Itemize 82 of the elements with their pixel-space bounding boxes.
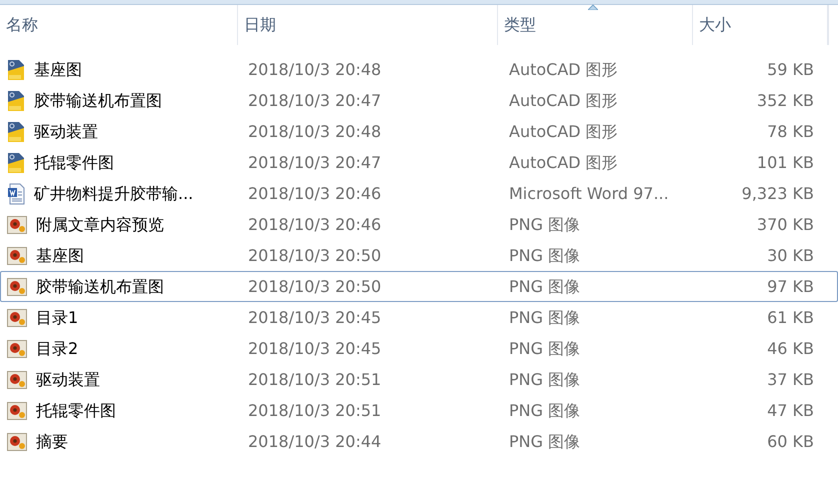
file-row[interactable]: 驱动装置 2018/10/3 20:48 AutoCAD 图形 78 KB: [0, 116, 838, 147]
size-cell: 47 KB: [767, 400, 814, 420]
type-cell: PNG 图像: [509, 400, 580, 420]
size-cell: 370 KB: [756, 214, 814, 234]
file-row[interactable]: 矿井物料提升胶带输... 2018/10/3 20:46 Microsoft Word 97... 9,323 KB: [0, 178, 838, 209]
type-cell: PNG 图像: [509, 276, 580, 296]
type-cell: PNG 图像: [509, 370, 580, 388]
file-row[interactable]: 目录1 2018/10/3 20:45 PNG 图像 61 KB: [0, 302, 838, 333]
type-cell: PNG 图像: [509, 214, 580, 234]
column-header[interactable]: 名称: [0, 5, 238, 45]
type-cell: AutoCAD 图形: [509, 122, 618, 140]
file-row[interactable]: 驱动装置 2018/10/3 20:51 PNG 图像 37 KB: [0, 364, 838, 395]
image-file-icon: [7, 246, 27, 264]
drawing-file-icon: [7, 152, 25, 174]
file-name: 托辊零件图: [36, 400, 116, 422]
date-cell: 2018/10/3 20:46: [248, 184, 382, 202]
file-name: 驱动装置: [34, 120, 98, 142]
type-cell: AutoCAD 图形: [509, 90, 618, 110]
date-cell: 2018/10/3 20:51: [248, 370, 382, 388]
file-name: 矿井物料提升胶带输...: [34, 182, 194, 204]
file-name: 基座图: [34, 58, 82, 80]
size-cell: 352 KB: [756, 90, 814, 110]
image-file-icon: [7, 432, 27, 450]
date-cell: 2018/10/3 20:44: [248, 432, 382, 450]
file-name: 基座图: [36, 244, 84, 266]
date-cell: 2018/10/3 20:47: [248, 90, 382, 110]
type-cell: AutoCAD 图形: [509, 60, 618, 78]
date-cell: 2018/10/3 20:45: [248, 338, 382, 358]
file-row[interactable]: 目录2 2018/10/3 20:45 PNG 图像 46 KB: [0, 333, 838, 364]
file-name: 托辊零件图: [34, 152, 114, 174]
size-cell: 60 KB: [767, 432, 814, 450]
drawing-file-icon: [7, 58, 25, 80]
image-file-icon: [7, 402, 27, 420]
type-cell: Microsoft Word 97...: [509, 184, 669, 202]
drawing-file-icon: [7, 120, 25, 142]
file-row[interactable]: 摘要 2018/10/3 20:44 PNG 图像 60 KB: [0, 426, 838, 457]
file-name: 摘要: [36, 430, 68, 452]
file-row[interactable]: 托辊零件图 2018/10/3 20:51 PNG 图像 47 KB: [0, 395, 838, 426]
size-cell: 9,323 KB: [742, 184, 814, 202]
file-name: 目录1: [36, 306, 78, 328]
file-row[interactable]: 基座图 2018/10/3 20:48 AutoCAD 图形 59 KB: [0, 54, 838, 85]
image-file-icon: [7, 308, 27, 326]
date-cell: 2018/10/3 20:51: [248, 400, 382, 420]
type-cell: PNG 图像: [509, 308, 580, 326]
type-cell: PNG 图像: [509, 338, 580, 358]
file-name: 胶带输送机布置图: [34, 90, 162, 112]
file-name: 附属文章内容预览: [36, 214, 164, 236]
size-cell: 37 KB: [767, 370, 814, 388]
size-cell: 78 KB: [767, 122, 814, 140]
date-cell: 2018/10/3 20:48: [248, 122, 382, 140]
size-cell: 59 KB: [767, 60, 814, 78]
image-file-icon: [7, 370, 27, 388]
file-row[interactable]: 胶带输送机布置图 2018/10/3 20:47 AutoCAD 图形 352 KB: [0, 85, 838, 116]
file-row[interactable]: 胶带输送机布置图 2018/10/3 20:50 PNG 图像 97 KB: [0, 271, 838, 302]
column-header[interactable]: 大小: [693, 5, 828, 45]
file-name: 目录2: [36, 338, 78, 360]
date-cell: 2018/10/3 20:48: [248, 60, 382, 78]
type-cell: PNG 图像: [509, 432, 580, 450]
size-cell: 97 KB: [767, 276, 814, 296]
date-cell: 2018/10/3 20:45: [248, 308, 382, 326]
date-cell: 2018/10/3 20:46: [248, 214, 382, 234]
size-cell: 46 KB: [767, 338, 814, 358]
type-cell: PNG 图像: [509, 246, 580, 264]
column-header[interactable]: 日期: [238, 5, 498, 45]
image-file-icon: [7, 216, 27, 234]
image-file-icon: [7, 340, 27, 358]
date-cell: 2018/10/3 20:47: [248, 152, 382, 172]
file-row[interactable]: 托辊零件图 2018/10/3 20:47 AutoCAD 图形 101 KB: [0, 147, 838, 178]
size-cell: 30 KB: [767, 246, 814, 264]
type-cell: AutoCAD 图形: [509, 152, 618, 172]
column-header[interactable]: 类型: [498, 5, 693, 45]
file-row[interactable]: 附属文章内容预览 2018/10/3 20:46 PNG 图像 370 KB: [0, 209, 838, 240]
date-cell: 2018/10/3 20:50: [248, 276, 382, 296]
file-name: 驱动装置: [36, 368, 100, 390]
drawing-file-icon: [7, 90, 25, 112]
image-file-icon: [7, 278, 27, 296]
file-row[interactable]: 基座图 2018/10/3 20:50 PNG 图像 30 KB: [0, 240, 838, 271]
size-cell: 61 KB: [767, 308, 814, 326]
file-name: 胶带输送机布置图: [36, 276, 164, 298]
size-cell: 101 KB: [756, 152, 814, 172]
document-file-icon: [7, 182, 25, 204]
date-cell: 2018/10/3 20:50: [248, 246, 382, 264]
